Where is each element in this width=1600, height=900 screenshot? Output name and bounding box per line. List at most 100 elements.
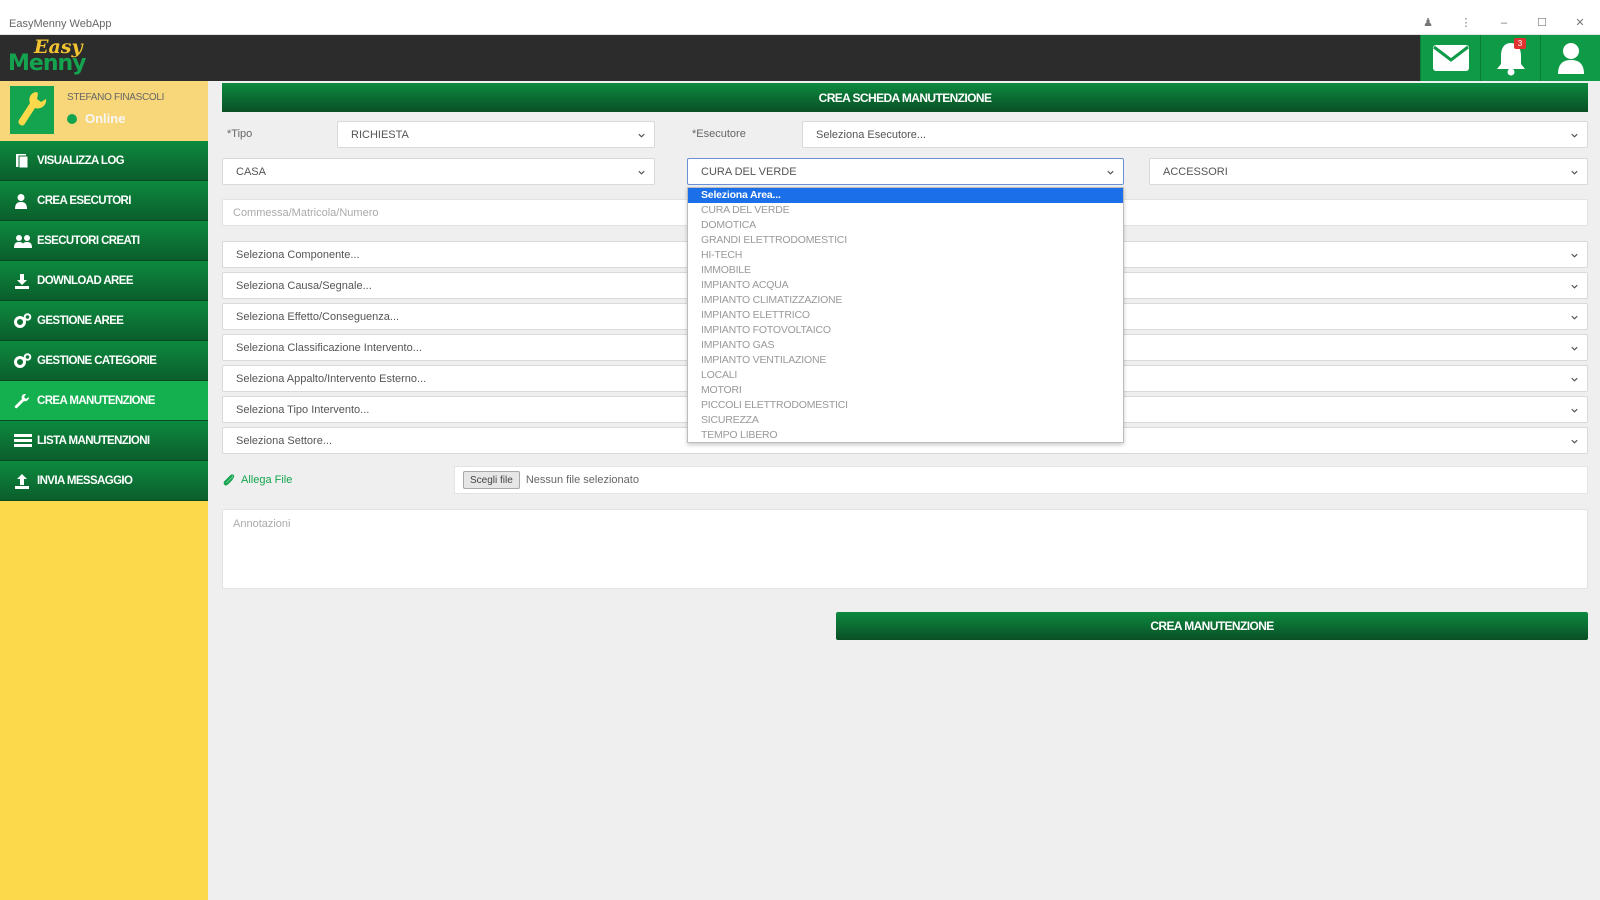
sidebar-item-lista-manutenzioni[interactable]: LISTA MANUTENZIONI	[0, 421, 208, 461]
user-name: STEFANO FINASCOLI	[67, 92, 165, 103]
user-icon	[14, 192, 34, 210]
avatar	[10, 86, 54, 134]
create-maintenance-button[interactable]: CREA MANUTENZIONE	[836, 612, 1588, 640]
sidebar-item-gestione-aree[interactable]: GESTIONE AREE	[0, 301, 208, 341]
sidebar-item-visualizza-log[interactable]: VISUALIZZA LOG	[0, 141, 208, 181]
wrench-icon	[14, 392, 34, 410]
appalto-select-value: Seleziona Appalto/Intervento Esterno...	[236, 372, 427, 385]
dropdown-option[interactable]: DOMOTICA	[688, 218, 1123, 233]
chevron-down-icon	[1571, 170, 1578, 175]
sidebar-item-label: CREA MANUTENZIONE	[37, 394, 155, 407]
sidebar-item-crea-manutenzione[interactable]: CREA MANUTENZIONE	[0, 381, 208, 421]
sidebar-item-label: DOWNLOAD AREE	[37, 274, 134, 287]
notes-textarea[interactable]: Annotazioni	[222, 509, 1588, 589]
chevron-down-icon	[1107, 170, 1114, 175]
chevron-down-icon	[1571, 315, 1578, 320]
casa-select[interactable]: CASA	[222, 158, 655, 185]
dropdown-option[interactable]: GRANDI ELETTRODOMESTICI	[688, 233, 1123, 248]
dropdown-option[interactable]: IMPIANTO VENTILAZIONE	[688, 353, 1123, 368]
sidebar-item-crea-esecutori[interactable]: CREA ESECUTORI	[0, 181, 208, 221]
notifications-button[interactable]: 3	[1480, 35, 1540, 81]
dropdown-option[interactable]: IMPIANTO GAS	[688, 338, 1123, 353]
dropdown-option[interactable]: IMPIANTO FOTOVOLTAICO	[688, 323, 1123, 338]
settore-select-value: Seleziona Settore...	[236, 434, 333, 447]
sidebar-item-label: CREA ESECUTORI	[37, 194, 131, 207]
sidebar-item-esecutori-creati[interactable]: ESECUTORI CREATI	[0, 221, 208, 261]
tipo-intervento-select-value: Seleziona Tipo Intervento...	[236, 403, 370, 416]
app-header: Easy Menny 3	[0, 35, 1600, 81]
user-status: Online	[67, 111, 125, 126]
area-dropdown-list: Seleziona Area... CURA DEL VERDE DOMOTIC…	[687, 187, 1124, 443]
dropdown-option[interactable]: PICCOLI ELETTRODOMESTICI	[688, 398, 1123, 413]
users-icon	[14, 232, 34, 250]
dropdown-option[interactable]: Seleziona Area...	[688, 188, 1123, 203]
dropdown-option[interactable]: IMPIANTO CLIMATIZZAZIONE	[688, 293, 1123, 308]
dropdown-option[interactable]: IMPIANTO ELETTRICO	[688, 308, 1123, 323]
maximize-button[interactable]: ☐	[1536, 16, 1548, 30]
chevron-down-icon	[1571, 133, 1578, 138]
gears-icon	[14, 312, 34, 330]
dropdown-option[interactable]: MOTORI	[688, 383, 1123, 398]
chevron-down-icon	[638, 133, 645, 138]
logo-bottom-text: Menny	[8, 51, 86, 76]
dropdown-option[interactable]: IMPIANTO ACQUA	[688, 278, 1123, 293]
notification-badge: 3	[1514, 38, 1526, 49]
choose-file-button[interactable]: Scegli file	[463, 471, 520, 489]
user-panel: STEFANO FINASCOLI Online	[0, 81, 208, 141]
effetto-select-value: Seleziona Effetto/Conseguenza...	[236, 310, 400, 323]
file-status: Nessun file selezionato	[525, 474, 639, 486]
sidebar-item-gestione-categorie[interactable]: GESTIONE CATEGORIE	[0, 341, 208, 381]
file-input[interactable]: Scegli file Nessun file selezionato	[454, 466, 1588, 494]
chevron-down-icon	[1571, 253, 1578, 258]
sidebar-item-invia-messaggio[interactable]: INVIA MESSAGGIO	[0, 461, 208, 501]
dropdown-option[interactable]: IMMOBILE	[688, 263, 1123, 278]
dropdown-option[interactable]: HI-TECH	[688, 248, 1123, 263]
minimize-button[interactable]: –	[1498, 16, 1510, 30]
log-icon	[14, 152, 34, 170]
dropdown-option[interactable]: CURA DEL VERDE	[688, 203, 1123, 218]
sidebar-item-label: ESECUTORI CREATI	[37, 234, 140, 247]
upload-icon	[14, 472, 34, 490]
sidebar: STEFANO FINASCOLI Online VISUALIZZA LOG …	[0, 81, 208, 900]
dropdown-option[interactable]: TEMPO LIBERO	[688, 428, 1123, 443]
form-title: CREA SCHEDA MANUTENZIONE	[222, 83, 1588, 112]
list-icon	[14, 432, 34, 450]
mail-icon	[1432, 45, 1469, 71]
accessori-select[interactable]: ACCESSORI	[1149, 158, 1588, 185]
tipo-label: *Tipo	[227, 128, 253, 140]
tipo-select[interactable]: RICHIESTA	[337, 121, 655, 148]
area-select[interactable]: CURA DEL VERDE	[687, 158, 1124, 185]
chevron-down-icon	[1571, 408, 1578, 413]
chevron-down-icon	[1571, 439, 1578, 444]
close-button[interactable]: ✕	[1574, 16, 1586, 30]
dropdown-option[interactable]: SICUREZZA	[688, 413, 1123, 428]
chevron-down-icon	[1571, 346, 1578, 351]
casa-select-value: CASA	[236, 165, 266, 178]
dropdown-option[interactable]: LOCALI	[688, 368, 1123, 383]
mail-button[interactable]	[1420, 35, 1480, 81]
sidebar-item-label: INVIA MESSAGGIO	[37, 474, 133, 487]
chevron-down-icon	[1571, 377, 1578, 382]
window-titlebar: EasyMenny WebApp ♟ ⋮ – ☐ ✕	[0, 0, 1600, 35]
esecutore-select-value: Seleziona Esecutore...	[816, 128, 927, 141]
extension-icon[interactable]: ♟	[1422, 16, 1434, 30]
attach-file-label: Allega File	[241, 474, 293, 486]
paperclip-icon	[223, 474, 235, 486]
sidebar-item-label: GESTIONE AREE	[37, 314, 124, 327]
more-options-icon[interactable]: ⋮	[1460, 16, 1472, 30]
user-icon	[1557, 43, 1584, 74]
componente-select-value: Seleziona Componente...	[236, 248, 360, 261]
sidebar-item-download-aree[interactable]: DOWNLOAD AREE	[0, 261, 208, 301]
sidebar-item-label: VISUALIZZA LOG	[37, 154, 125, 167]
app-logo[interactable]: Easy Menny	[8, 36, 86, 78]
user-status-label: Online	[85, 111, 126, 126]
tipo-select-value: RICHIESTA	[351, 128, 409, 141]
profile-button[interactable]	[1540, 35, 1600, 81]
sidebar-item-label: GESTIONE CATEGORIE	[37, 354, 157, 367]
esecutore-select[interactable]: Seleziona Esecutore...	[802, 121, 1588, 148]
wrench-icon	[18, 92, 47, 126]
chevron-down-icon	[638, 170, 645, 175]
sidebar-menu: VISUALIZZA LOG CREA ESECUTORI ESECUTORI …	[0, 141, 208, 501]
window-controls: ♟ ⋮ – ☐ ✕	[1422, 16, 1586, 30]
accessori-select-value: ACCESSORI	[1163, 165, 1228, 178]
